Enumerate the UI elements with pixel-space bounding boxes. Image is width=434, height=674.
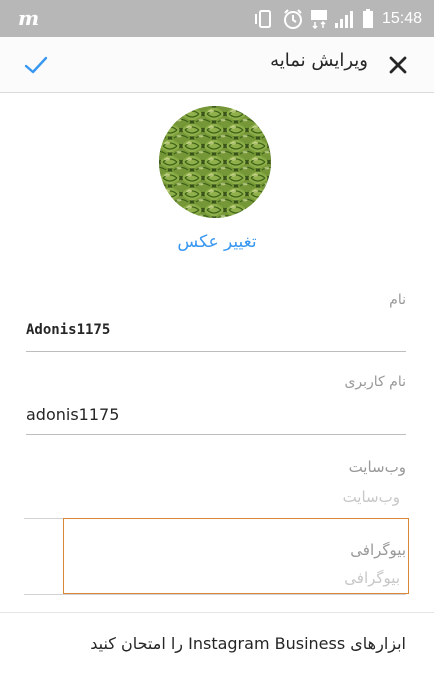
close-icon[interactable] (388, 55, 408, 75)
status-bar: m 15:48 (0, 0, 434, 37)
website-label: وب‌سایت (348, 458, 406, 476)
change-photo-link[interactable]: تغییر عکس (0, 232, 434, 252)
website-field[interactable]: وب‌سایت (343, 488, 400, 506)
alarm-icon (283, 9, 302, 29)
username-underline (26, 434, 406, 435)
bio-label: بیوگرافی (350, 541, 406, 559)
section-divider (0, 612, 434, 613)
battery-icon (362, 9, 373, 28)
data-icon (310, 10, 327, 29)
status-time: 15:48 (381, 10, 422, 27)
name-field[interactable]: Adonis1175 (26, 322, 110, 338)
profile-avatar[interactable] (159, 106, 271, 218)
username-field[interactable]: adonis1175 (26, 405, 119, 424)
signal-icon (334, 11, 353, 28)
check-icon[interactable] (24, 55, 48, 75)
edit-profile-header: ویرایش نمایه (0, 37, 434, 93)
bio-underline (24, 594, 406, 595)
app-notification-icon: m (18, 6, 40, 30)
status-icons: 15:48 (254, 8, 422, 30)
vibrate-icon (254, 10, 271, 28)
melon-photo (159, 106, 271, 218)
username-label: نام کاربری (344, 374, 406, 390)
page-title: ویرایش نمایه (270, 50, 368, 71)
name-label: نام (389, 292, 406, 308)
bio-field[interactable]: بیوگرافی (344, 569, 400, 587)
instagram-business-link[interactable]: ابزارهای Instagram Business را امتحان کن… (90, 634, 406, 653)
name-underline (26, 351, 406, 352)
